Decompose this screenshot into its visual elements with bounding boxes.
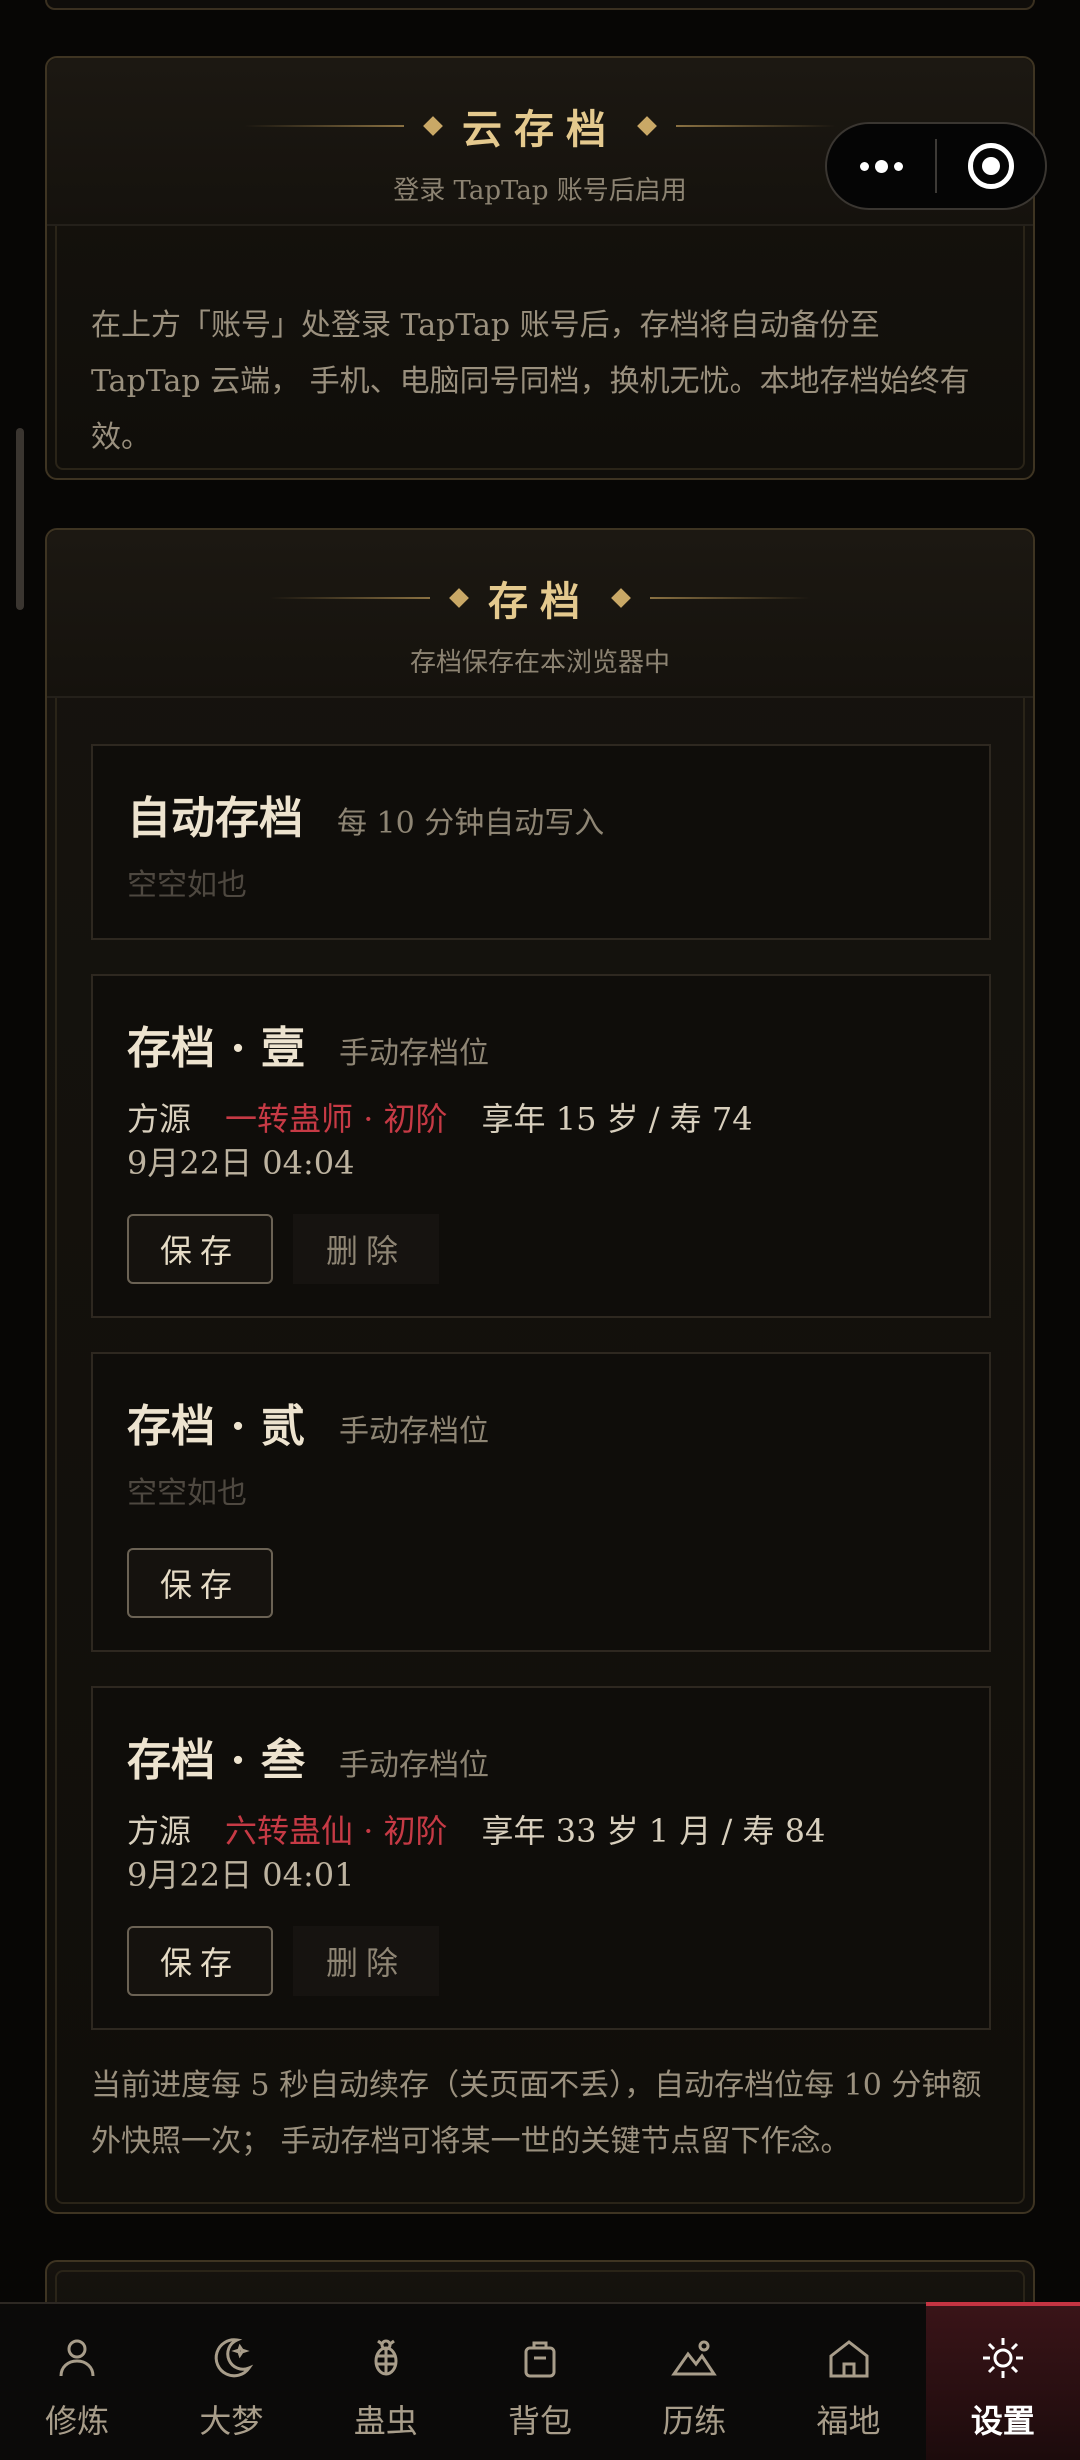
tab-gu[interactable]: 蛊虫 — [309, 2304, 463, 2460]
save-slot-2: 存档 · 贰 手动存档位 空空如也 保存 — [91, 1352, 991, 1652]
close-miniprogram-icon[interactable] — [937, 143, 1045, 189]
slot-name: 存档 · 贰 — [127, 1401, 305, 1452]
slot-date: 9月22日 04:01 — [127, 1856, 355, 1894]
tab-label: 蛊虫 — [353, 2402, 418, 2440]
home-icon — [829, 2340, 869, 2378]
slot-empty-text: 空空如也 — [127, 1476, 247, 1511]
save-panel-subtitle: 存档保存在本浏览器中 — [409, 648, 670, 678]
delete-button[interactable]: 删除 — [293, 1214, 439, 1284]
tab-cultivate[interactable]: 修炼 — [0, 2304, 154, 2460]
cloud-save-panel: 云存档 登录 TapTap 账号后启用 在上方「账号」处登录 TapTap 账号… — [45, 56, 1035, 480]
scroll-indicator[interactable] — [16, 428, 24, 610]
tab-label: 修炼 — [45, 2402, 110, 2440]
tab-label: 背包 — [507, 2402, 572, 2440]
title-ornament-line-right — [676, 125, 836, 127]
cloud-desc-line: TapTap 云端， 手机、电脑同号同档，换机无忧。本地存档始终有 — [91, 364, 970, 399]
diamond-ornament-icon — [449, 588, 469, 608]
tab-settings[interactable]: 设置 — [925, 2302, 1080, 2460]
diamond-ornament-icon — [637, 116, 657, 136]
tab-training[interactable]: 历练 — [617, 2304, 771, 2460]
slot-hint: 手动存档位 — [338, 1414, 489, 1449]
character-age: 享年 33 岁 1 月 / 寿 84 — [481, 1812, 826, 1850]
person-icon — [59, 2339, 95, 2377]
bug-icon — [374, 2339, 398, 2376]
auto-save-slot: 自动存档 每 10 分钟自动写入 空空如也 — [91, 744, 991, 940]
diamond-ornament-icon — [423, 116, 443, 136]
save-panel-footer-note: 当前进度每 5 秒自动续存（关页面不丢），自动存档位每 10 分钟额 外快照一次… — [91, 2058, 1011, 2170]
title-ornament-line-right — [650, 597, 810, 599]
save-button[interactable]: 保存 — [127, 1548, 273, 1618]
tab-label: 福地 — [816, 2402, 881, 2440]
slot-character-info: 方源 一转蛊师 · 初阶 享年 15 岁 / 寿 74 — [127, 1094, 753, 1140]
miniprogram-capsule — [825, 122, 1047, 210]
slot-header: 存档 · 贰 手动存档位 — [127, 1390, 489, 1454]
save-panel-header: 存档 存档保存在本浏览器中 — [47, 530, 1033, 698]
slot-character-info: 方源 六转蛊仙 · 初阶 享年 33 岁 1 月 / 寿 84 — [127, 1806, 825, 1852]
footer-note-line: 外快照一次； 手动存档可将某一世的关键节点留下作念。 — [91, 2124, 851, 2159]
cloud-desc-line: 在上方「账号」处登录 TapTap 账号后，存档将自动备份至 — [91, 308, 880, 343]
bottom-tab-bar: 修炼 大梦 蛊虫 背包 历练 福地 设置 — [0, 2302, 1080, 2460]
character-realm: 一转蛊师 · 初阶 — [225, 1100, 448, 1138]
character-name: 方源 — [127, 1812, 192, 1850]
tab-dream[interactable]: 大梦 — [154, 2304, 308, 2460]
save-button[interactable]: 保存 — [127, 1214, 273, 1284]
footer-note-line: 当前进度每 5 秒自动续存（关页面不丢），自动存档位每 10 分钟额 — [91, 2068, 982, 2103]
gear-icon — [982, 2338, 1023, 2378]
diamond-ornament-icon — [611, 588, 631, 608]
cloud-desc-line: 效。 — [91, 420, 151, 455]
character-realm: 六转蛊仙 · 初阶 — [225, 1812, 448, 1850]
slot-empty-text: 空空如也 — [127, 868, 247, 903]
character-name: 方源 — [127, 1100, 192, 1138]
mountain-icon — [671, 2340, 718, 2376]
slot-hint: 每 10 分钟自动写入 — [337, 806, 605, 841]
tab-label: 历练 — [662, 2402, 727, 2440]
save-button[interactable]: 保存 — [127, 1926, 273, 1996]
more-menu-icon[interactable] — [827, 159, 935, 173]
tab-blessed-land[interactable]: 福地 — [771, 2304, 925, 2460]
save-slot-3: 存档 · 叁 手动存档位 方源 六转蛊仙 · 初阶 享年 33 岁 1 月 / … — [91, 1686, 991, 2030]
save-panel-title: 存档 — [488, 578, 592, 625]
previous-panel-edge — [45, 0, 1035, 10]
title-ornament-line-left — [270, 597, 430, 599]
character-age: 享年 15 岁 / 寿 74 — [481, 1100, 753, 1138]
slot-name: 自动存档 — [127, 793, 303, 844]
delete-button[interactable]: 删除 — [293, 1926, 439, 1996]
save-slot-1: 存档 · 壹 手动存档位 方源 一转蛊师 · 初阶 享年 15 岁 / 寿 74… — [91, 974, 991, 1318]
slot-header: 存档 · 叁 手动存档位 — [127, 1724, 489, 1788]
tab-label: 大梦 — [199, 2402, 264, 2440]
cloud-save-description: 在上方「账号」处登录 TapTap 账号后，存档将自动备份至 TapTap 云端… — [91, 298, 1011, 466]
tab-bag[interactable]: 背包 — [463, 2304, 617, 2460]
moon-icon — [215, 2338, 254, 2378]
save-panel: 存档 存档保存在本浏览器中 自动存档 每 10 分钟自动写入 空空如也 存档 ·… — [45, 528, 1035, 2214]
slot-hint: 手动存档位 — [338, 1748, 489, 1783]
slot-header: 自动存档 每 10 分钟自动写入 — [127, 782, 604, 846]
slot-header: 存档 · 壹 手动存档位 — [127, 1012, 489, 1076]
slot-name: 存档 · 叁 — [127, 1735, 305, 1786]
slot-date: 9月22日 04:04 — [127, 1144, 355, 1182]
slot-name: 存档 · 壹 — [127, 1023, 305, 1074]
save-title-row: 存档 — [47, 568, 1033, 628]
tab-label: 设置 — [970, 2402, 1035, 2440]
title-ornament-line-left — [244, 125, 404, 127]
slot-hint: 手动存档位 — [338, 1036, 489, 1071]
cloud-save-title: 云存档 — [462, 106, 618, 153]
bag-icon — [524, 2341, 556, 2378]
